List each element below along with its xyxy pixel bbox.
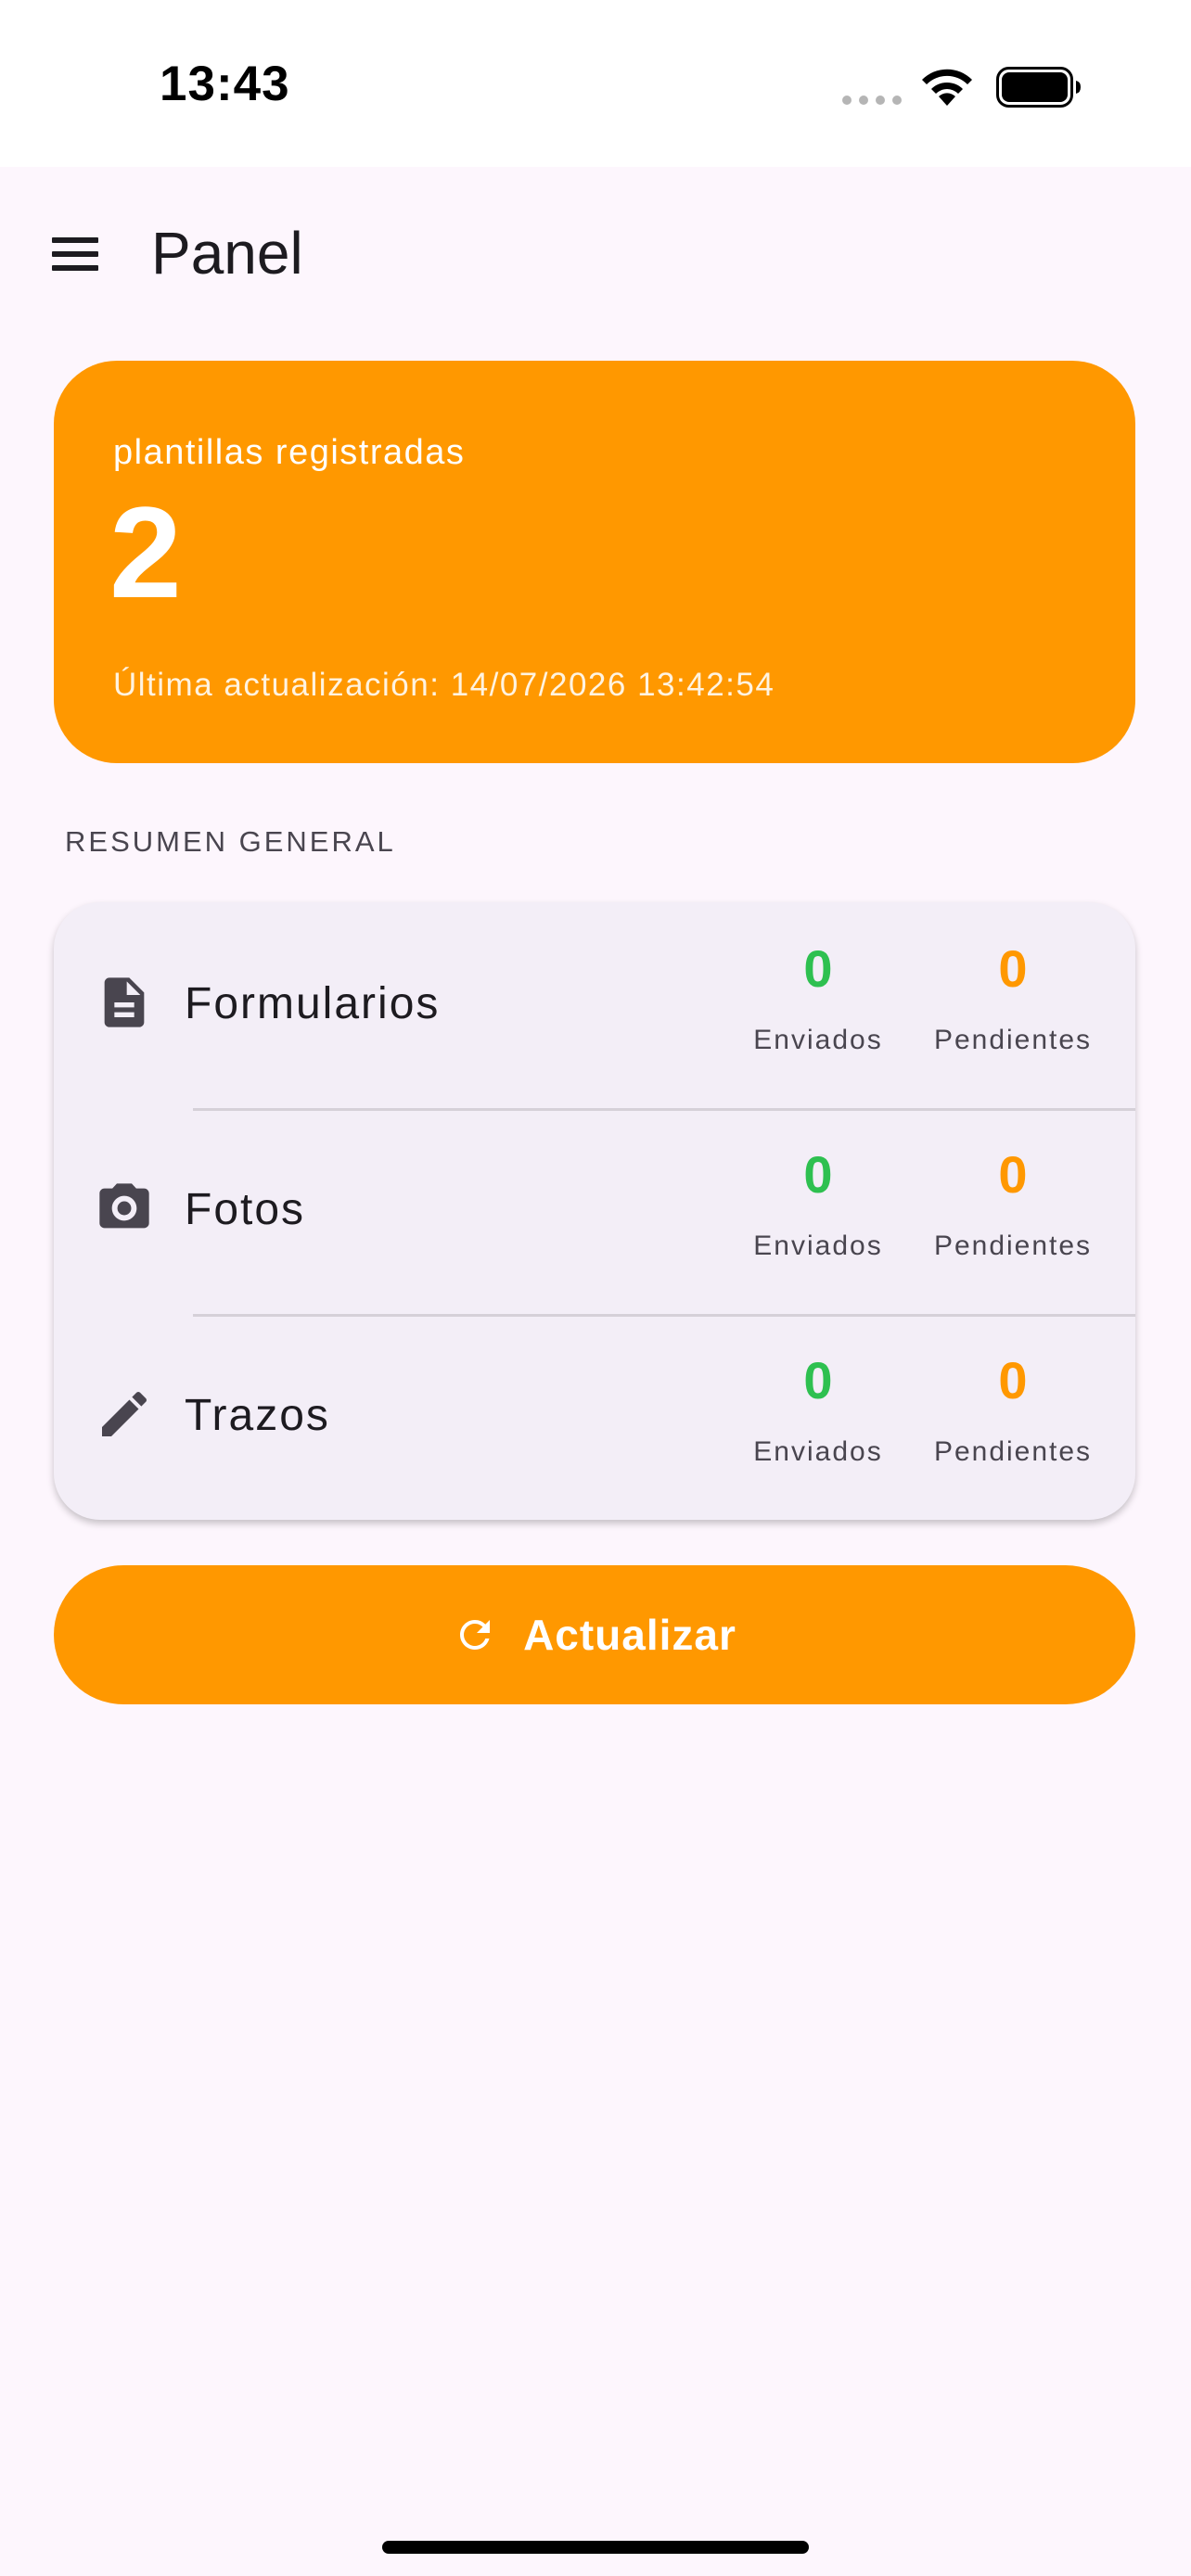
pending-count: 0 <box>998 1351 1028 1409</box>
row-label: Fotos <box>185 1185 306 1234</box>
sent-label: Enviados <box>753 1231 883 1261</box>
sent-count: 0 <box>803 939 833 998</box>
pending-label: Pendientes <box>933 1436 1093 1467</box>
signal-icon <box>842 96 902 105</box>
pending-label: Pendientes <box>933 1025 1093 1055</box>
camera-icon <box>95 1179 154 1238</box>
sent-count: 0 <box>803 1351 833 1409</box>
summary-row-trazos: Trazos 0 Enviados 0 Pendientes <box>54 1314 1135 1520</box>
pencil-icon <box>95 1384 154 1444</box>
refresh-label: Actualizar <box>523 1611 736 1659</box>
sent-label: Enviados <box>753 1025 883 1055</box>
pending-stat: 0 Pendientes <box>920 943 1106 1056</box>
pending-stat: 0 Pendientes <box>920 1149 1106 1262</box>
battery-icon <box>996 67 1081 108</box>
sent-count: 0 <box>803 1145 833 1204</box>
status-time: 13:43 <box>160 57 290 111</box>
page-title: Panel <box>151 220 303 287</box>
sent-label: Enviados <box>753 1436 883 1467</box>
templates-count: 2 <box>109 479 182 625</box>
summary-card: Formularios 0 Enviados 0 Pendientes Foto… <box>54 902 1135 1520</box>
pending-label: Pendientes <box>933 1231 1093 1261</box>
pending-count: 0 <box>998 939 1028 998</box>
row-divider <box>193 1108 1135 1111</box>
sent-stat: 0 Enviados <box>725 1355 911 1468</box>
section-title: RESUMEN GENERAL <box>65 825 396 858</box>
row-label: Formularios <box>185 979 441 1028</box>
pending-stat: 0 Pendientes <box>920 1355 1106 1468</box>
summary-row-formularios: Formularios 0 Enviados 0 Pendientes <box>54 902 1135 1108</box>
status-bar: 13:43 <box>0 0 1191 167</box>
row-label: Trazos <box>185 1391 330 1440</box>
refresh-icon <box>460 1620 491 1650</box>
row-divider <box>193 1314 1135 1317</box>
sent-stat: 0 Enviados <box>725 1149 911 1262</box>
summary-row-fotos: Fotos 0 Enviados 0 Pendientes <box>54 1108 1135 1314</box>
sent-stat: 0 Enviados <box>725 943 911 1056</box>
pending-count: 0 <box>998 1145 1028 1204</box>
app-bar: Panel <box>0 167 1191 338</box>
document-icon <box>95 973 154 1032</box>
menu-icon[interactable] <box>46 232 106 276</box>
home-indicator[interactable] <box>382 2541 809 2554</box>
wifi-icon <box>922 69 972 106</box>
refresh-button[interactable]: Actualizar <box>54 1565 1135 1704</box>
templates-count-card: plantillas registradas 2 Última actualiz… <box>54 361 1135 763</box>
last-updated-text: Última actualización: 14/07/2026 13:42:5… <box>113 667 775 703</box>
templates-caption: plantillas registradas <box>113 433 466 472</box>
